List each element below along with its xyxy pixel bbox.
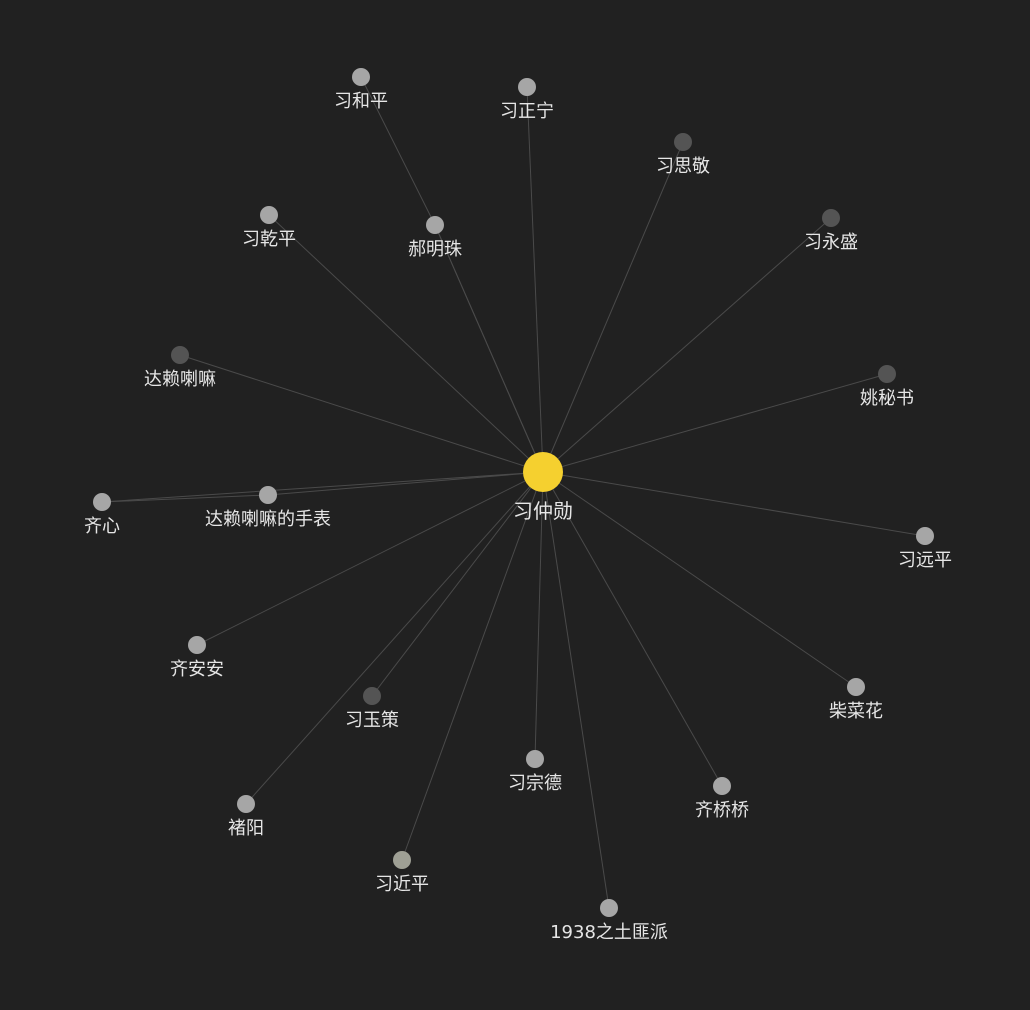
node-chai-caihua[interactable]: 柴菜花 [829, 678, 883, 722]
node-circle-xi-sijing[interactable] [674, 133, 692, 151]
node-hao-mingzhu[interactable]: 郝明珠 [408, 216, 462, 260]
node-circle-tufei-1938[interactable] [600, 899, 618, 917]
node-xi-jinping[interactable]: 习近平 [375, 851, 429, 895]
node-xi-yuanping[interactable]: 习远平 [898, 527, 952, 571]
node-xi-qianping[interactable]: 习乾平 [242, 206, 296, 250]
node-xi-zhengning[interactable]: 习正宁 [500, 78, 554, 122]
node-label-tufei-1938: 1938之土匪派 [550, 922, 668, 943]
node-circle-xi-yuanping[interactable] [916, 527, 934, 545]
node-label-xi-heping: 习和平 [334, 91, 388, 112]
node-circle-dalai-lama[interactable] [171, 346, 189, 364]
node-xi-heping[interactable]: 习和平 [334, 68, 388, 112]
node-xi-zhongxun[interactable]: 习仲勋 [513, 452, 573, 523]
edge-xi-zhongxun-qi-anan [196, 471, 544, 646]
node-qi-anan[interactable]: 齐安安 [170, 636, 224, 680]
node-qi-xin[interactable]: 齐心 [84, 493, 120, 537]
node-xi-sijing[interactable]: 习思敬 [656, 133, 710, 177]
edge-xi-zhongxun-dalai-lama [179, 354, 544, 473]
node-circle-xi-zhongxun[interactable] [523, 452, 563, 492]
node-circle-chai-caihua[interactable] [847, 678, 865, 696]
node-label-dalai-lama-watch: 达赖喇嘛的手表 [205, 509, 331, 530]
node-label-xi-qianping: 习乾平 [242, 229, 296, 250]
node-circle-qi-anan[interactable] [188, 636, 206, 654]
node-circle-qi-xin[interactable] [93, 493, 111, 511]
node-label-xi-yongsheng: 习永盛 [804, 232, 858, 253]
graph-canvas[interactable]: 习和平 习正宁习思敬习乾平 郝明珠 习永盛达赖喇嘛姚秘书齐心 达赖喇嘛的手表习远平齐安安… [0, 0, 1030, 1010]
node-circle-hao-mingzhu[interactable] [426, 216, 444, 234]
edge-xi-zhongxun-dalai-lama-watch [267, 471, 544, 496]
node-label-xi-zongde: 习宗德 [508, 773, 562, 794]
edge-xi-zhongxun-chai-caihua [542, 471, 857, 688]
node-circle-dalai-lama-watch[interactable] [259, 486, 277, 504]
node-circle-xi-zongde[interactable] [526, 750, 544, 768]
edge-xi-zhongxun-qi-xin [101, 471, 544, 503]
node-label-xi-yuanping: 习远平 [898, 550, 952, 571]
edge-xi-zhongxun-yao-mishu [542, 373, 888, 473]
node-label-chu-yang: 褚阳 [228, 818, 264, 839]
edge-xi-zhongxun-xi-yuanping [542, 471, 926, 537]
node-label-qi-qiaoqiao: 齐桥桥 [695, 800, 749, 821]
node-xi-yuce[interactable]: 习玉策 [345, 687, 399, 731]
node-xi-zongde[interactable]: 习宗德 [508, 750, 562, 794]
node-label-qi-xin: 齐心 [84, 516, 120, 537]
node-label-hao-mingzhu: 郝明珠 [408, 239, 462, 260]
node-circle-xi-yongsheng[interactable] [822, 209, 840, 227]
node-circle-xi-heping[interactable] [352, 68, 370, 86]
node-circle-xi-qianping[interactable] [260, 206, 278, 224]
node-dalai-lama-watch[interactable]: 达赖喇嘛的手表 [205, 486, 331, 530]
edge-xi-zhongxun-tufei-1938 [542, 471, 610, 909]
edge-xi-zhongxun-xi-yongsheng [542, 217, 832, 473]
node-label-xi-zhengning: 习正宁 [500, 101, 554, 122]
node-label-dalai-lama: 达赖喇嘛 [144, 369, 216, 390]
node-qi-qiaoqiao[interactable]: 齐桥桥 [695, 777, 749, 821]
node-dalai-lama[interactable]: 达赖喇嘛 [144, 346, 216, 390]
node-circle-xi-zhengning[interactable] [518, 78, 536, 96]
node-label-chai-caihua: 柴菜花 [829, 701, 883, 722]
node-circle-chu-yang[interactable] [237, 795, 255, 813]
node-label-yao-mishu: 姚秘书 [860, 388, 914, 409]
node-circle-xi-yuce[interactable] [363, 687, 381, 705]
node-circle-xi-jinping[interactable] [393, 851, 411, 869]
node-tufei-1938[interactable]: 1938之土匪派 [550, 899, 668, 943]
edge-xi-zhongxun-xi-zhengning [526, 86, 544, 473]
edge-xi-zhongxun-xi-qianping [268, 214, 544, 473]
node-circle-qi-qiaoqiao[interactable] [713, 777, 731, 795]
node-label-xi-jinping: 习近平 [375, 874, 429, 895]
node-yao-mishu[interactable]: 姚秘书 [860, 365, 914, 409]
node-label-xi-sijing: 习思敬 [656, 156, 710, 177]
edge-xi-zhongxun-hao-mingzhu [434, 224, 544, 473]
node-label-qi-anan: 齐安安 [170, 659, 224, 680]
node-circle-yao-mishu[interactable] [878, 365, 896, 383]
node-chu-yang[interactable]: 褚阳 [228, 795, 264, 839]
node-label-xi-zhongxun: 习仲勋 [513, 499, 573, 523]
edge-xi-zhongxun-xi-jinping [401, 471, 544, 861]
node-xi-yongsheng[interactable]: 习永盛 [804, 209, 858, 253]
edge-xi-zhongxun-xi-sijing [542, 141, 684, 473]
node-label-xi-yuce: 习玉策 [345, 710, 399, 731]
nodes-layer: 习和平 习正宁习思敬习乾平 郝明珠 习永盛达赖喇嘛姚秘书齐心 达赖喇嘛的手表习远平齐安安… [84, 68, 952, 943]
